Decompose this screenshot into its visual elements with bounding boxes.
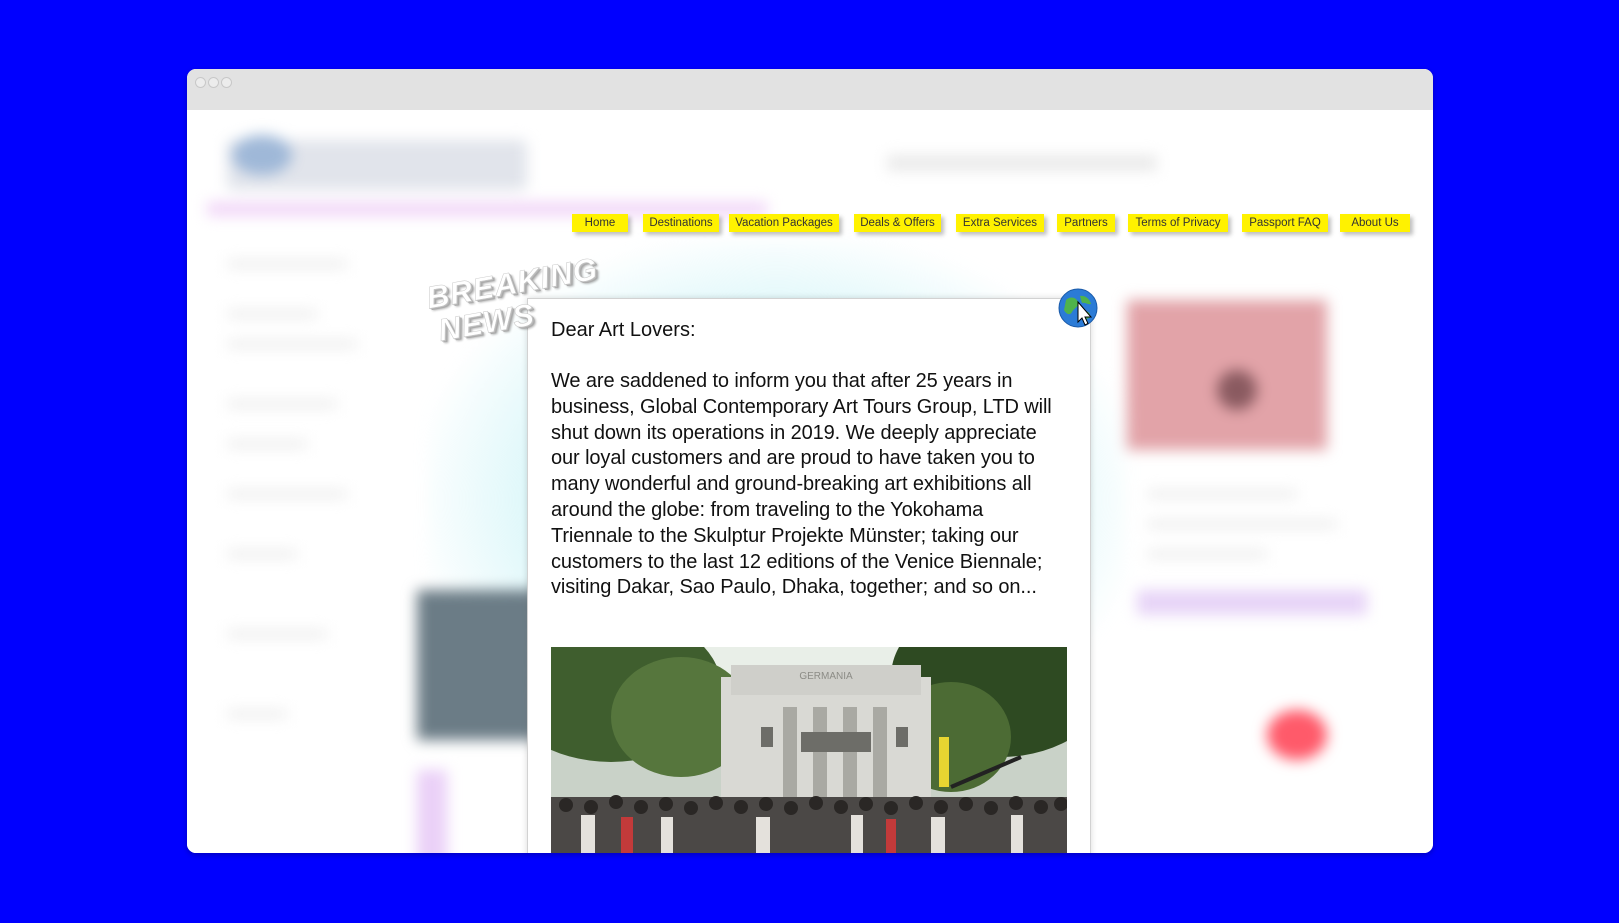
title-bar: [187, 69, 1433, 110]
nav-partners[interactable]: Partners: [1057, 214, 1115, 232]
nav-extra-services[interactable]: Extra Services: [956, 214, 1044, 232]
browser-window: Home Destinations Vacation Packages Deal…: [187, 69, 1433, 853]
minimize-window-button[interactable]: [208, 77, 219, 88]
nav-terms-of-privacy[interactable]: Terms of Privacy: [1128, 214, 1228, 232]
nav-destinations[interactable]: Destinations: [643, 214, 719, 232]
venice-pavilion-photo: GERMANIA: [551, 647, 1067, 853]
nav-home[interactable]: Home: [572, 214, 628, 232]
nav-vacation-packages[interactable]: Vacation Packages: [729, 214, 839, 232]
blurred-search-bar: [887, 155, 1157, 171]
nav-deals-offers[interactable]: Deals & Offers: [854, 214, 941, 232]
nav-passport-faq[interactable]: Passport FAQ: [1242, 214, 1328, 232]
breaking-news-popup: Dear Art Lovers: We are saddened to info…: [527, 298, 1091, 853]
globe-cursor-icon[interactable]: [1058, 288, 1098, 328]
blurred-image: [417, 590, 537, 740]
popup-message: We are saddened to inform you that after…: [551, 370, 1052, 599]
maximize-window-button[interactable]: [221, 77, 232, 88]
web-page: Home Destinations Vacation Packages Deal…: [187, 110, 1433, 853]
nav-about-us[interactable]: About Us: [1340, 214, 1410, 232]
pavilion-sign: GERMANIA: [799, 671, 853, 682]
close-window-button[interactable]: [195, 77, 206, 88]
